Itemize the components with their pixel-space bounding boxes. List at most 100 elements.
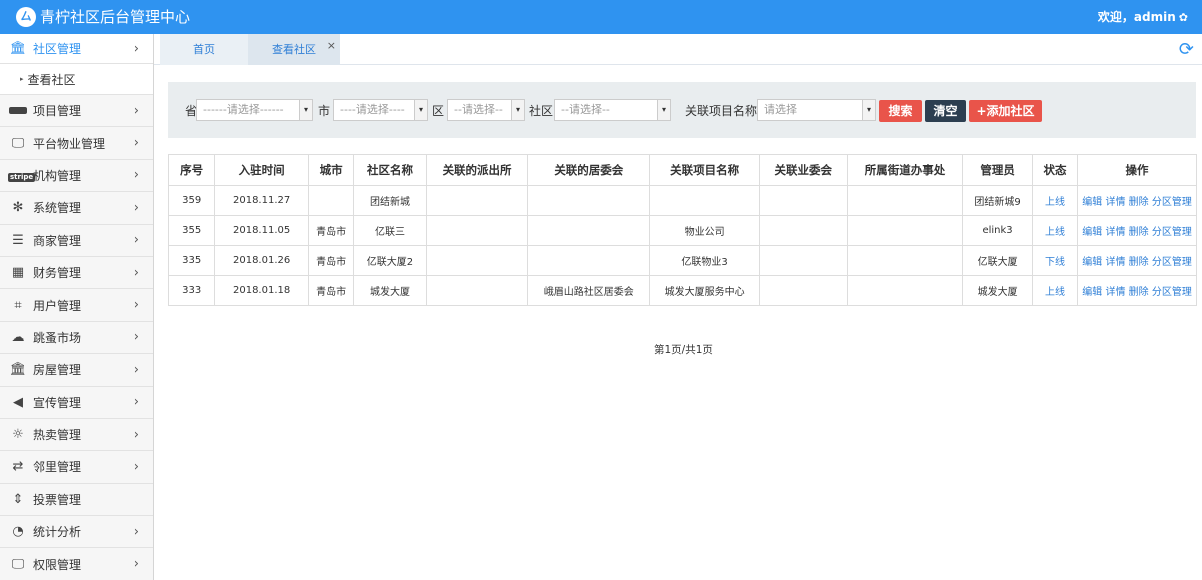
column-header: 社区名称 xyxy=(353,154,427,186)
district-label: 区 xyxy=(432,104,445,118)
search-button[interactable]: 搜索 xyxy=(879,100,922,122)
cell-committee xyxy=(527,185,651,216)
cell-city xyxy=(307,185,355,216)
cell-owners xyxy=(758,185,848,216)
chevron-right-icon: › xyxy=(133,167,139,183)
cell-admin: 团结新城9 xyxy=(962,185,1033,216)
sidebar-item-11[interactable]: ☼ 热卖管理 › xyxy=(0,418,153,452)
user-menu[interactable]: 欢迎，admin ✿ xyxy=(1098,9,1188,26)
sidebar-item-4[interactable]: ✻ 系统管理 › xyxy=(0,192,153,225)
column-header: 管理员 xyxy=(962,154,1033,186)
cell-date: 2018.11.27 xyxy=(214,185,309,216)
action-link-0[interactable]: 编辑 xyxy=(1082,287,1102,298)
action-link-3[interactable]: 分区管理 xyxy=(1152,287,1192,298)
action-link-2[interactable]: 删除 xyxy=(1129,197,1149,208)
cell-status[interactable]: 上线 xyxy=(1031,215,1079,246)
cell-owners xyxy=(758,245,848,276)
sidebar-item-6[interactable]: ▦ 财务管理 › xyxy=(0,256,153,290)
action-link-3[interactable]: 分区管理 xyxy=(1152,197,1192,208)
cell-street xyxy=(846,275,964,306)
chevron-down-icon: ▾ xyxy=(414,100,427,120)
action-link-3[interactable]: 分区管理 xyxy=(1152,227,1192,238)
cell-street xyxy=(846,185,964,216)
chevron-right-icon: › xyxy=(133,556,139,572)
action-link-2[interactable]: 删除 xyxy=(1129,227,1149,238)
chevron-right-icon: › xyxy=(133,103,139,119)
action-link-0[interactable]: 编辑 xyxy=(1082,197,1102,208)
chevron-right-icon: › xyxy=(133,394,139,410)
cell-actions: 编辑 详情 删除 分区管理 xyxy=(1077,245,1197,276)
top-bar: ⼛ 青柠社区后台管理中心 欢迎，admin ✿ xyxy=(0,0,1202,34)
cell-id: 335 xyxy=(167,245,216,276)
cell-id: 333 xyxy=(167,275,216,306)
column-header: 序号 xyxy=(167,154,216,186)
volume-icon: ◀ xyxy=(13,394,23,410)
chevron-right-icon: › xyxy=(133,232,139,248)
chevron-right-icon: › xyxy=(133,362,139,378)
sidebar-item-13[interactable]: ⇕ 投票管理 xyxy=(0,483,153,517)
project-select[interactable]: 请选择 ▾ xyxy=(757,99,876,121)
column-header: 所属街道办事处 xyxy=(846,154,964,186)
sidebar-item-5[interactable]: ☰ 商家管理 › xyxy=(0,224,153,257)
action-link-0[interactable]: 编辑 xyxy=(1082,227,1102,238)
sidebar-subitem-view-community[interactable]: ▸ 查看社区 xyxy=(0,64,153,95)
tab-bar: 首页 查看社区 × ⟳ xyxy=(154,34,1202,65)
column-header: 关联项目名称 xyxy=(649,154,760,186)
action-link-2[interactable]: 删除 xyxy=(1129,257,1149,268)
filter-bar: 省 ------请选择------ ▾ 市 ----请选择---- ▾ 区 --… xyxy=(168,82,1196,138)
sidebar-item-9[interactable]: 🏛 房屋管理 › xyxy=(0,354,153,387)
cell-status[interactable]: 上线 xyxy=(1031,185,1079,216)
sidebar-item-2[interactable]: 🖵 平台物业管理 › xyxy=(0,127,153,160)
sidebar-item-12[interactable]: ⇄ 邻里管理 › xyxy=(0,451,153,484)
cell-status[interactable]: 上线 xyxy=(1031,275,1079,306)
sidebar-item-0[interactable]: 🏛 社区管理 › xyxy=(0,34,153,64)
action-link-1[interactable]: 详情 xyxy=(1105,257,1125,268)
action-link-2[interactable]: 删除 xyxy=(1129,287,1149,298)
sidebar-item-10[interactable]: ◀ 宣传管理 › xyxy=(0,386,153,419)
action-link-1[interactable]: 详情 xyxy=(1105,197,1125,208)
action-link-3[interactable]: 分区管理 xyxy=(1152,257,1192,268)
city-select[interactable]: ----请选择---- ▾ xyxy=(333,99,428,121)
sidebar-item-label: 用户管理 xyxy=(33,298,82,313)
action-link-1[interactable]: 详情 xyxy=(1105,227,1125,238)
tab-label: 查看社区 xyxy=(272,43,316,56)
column-header: 操作 xyxy=(1077,154,1197,186)
sidebar-item-1[interactable]: 项目管理 › xyxy=(0,95,153,128)
sidebar-item-label: 平台物业管理 xyxy=(33,136,106,151)
sidebar-item-label: 系统管理 xyxy=(33,201,82,216)
community-select[interactable]: --请选择-- ▾ xyxy=(554,99,671,121)
pie-chart-icon: ◔ xyxy=(12,524,24,540)
tab-close-icon[interactable]: × xyxy=(327,30,336,61)
sidebar-item-14[interactable]: ◔ 统计分析 › xyxy=(0,516,153,549)
refresh-icon[interactable]: ⟳ xyxy=(1179,39,1194,60)
add-community-button[interactable]: +添加社区 xyxy=(969,100,1042,122)
column-header: 关联业委会 xyxy=(758,154,848,186)
gear-icon[interactable]: ✿ xyxy=(1179,11,1188,24)
cell-actions: 编辑 详情 删除 分区管理 xyxy=(1077,215,1197,246)
sidebar-subitem-label: 查看社区 xyxy=(27,72,76,87)
sidebar-item-label: 投票管理 xyxy=(33,492,82,507)
cell-project: 城发大厦服务中心 xyxy=(649,275,760,306)
sidebar-item-15[interactable]: 🖵 权限管理 › xyxy=(0,548,153,580)
chevron-right-icon: › xyxy=(133,135,139,151)
action-link-0[interactable]: 编辑 xyxy=(1082,257,1102,268)
sidebar: 🏛 社区管理 › ▸ 查看社区 项目管理 › 🖵 平台物业管理 › stripe 机构管理 › ✻ 系统管理… xyxy=(0,34,154,580)
cell-owners xyxy=(758,275,848,306)
welcome-text: 欢迎，admin xyxy=(1097,10,1176,24)
tab-home[interactable]: 首页 xyxy=(160,34,248,65)
sidebar-item-7[interactable]: ⌗ 用户管理 › xyxy=(0,289,153,322)
project-select-placeholder: 请选择 xyxy=(764,103,797,116)
sidebar-item-3[interactable]: stripe 机构管理 › xyxy=(0,159,153,193)
pagination-text: 第1页/共1页 xyxy=(654,344,713,356)
cell-admin: elink3 xyxy=(962,215,1033,246)
sidebar-item-label: 商家管理 xyxy=(33,233,82,248)
district-select[interactable]: --请选择-- ▾ xyxy=(447,99,525,121)
sidebar-item-8[interactable]: ☁ 跳蚤市场 › xyxy=(0,321,153,355)
action-link-1[interactable]: 详情 xyxy=(1105,287,1125,298)
chevron-right-icon: › xyxy=(133,41,139,56)
province-select-value: ------请选择------ xyxy=(203,103,284,116)
province-select[interactable]: ------请选择------ ▾ xyxy=(196,99,313,121)
clear-button[interactable]: 清空 xyxy=(925,100,966,122)
tab-view-community[interactable]: 查看社区 × xyxy=(248,34,340,65)
cell-status[interactable]: 下线 xyxy=(1031,245,1079,276)
